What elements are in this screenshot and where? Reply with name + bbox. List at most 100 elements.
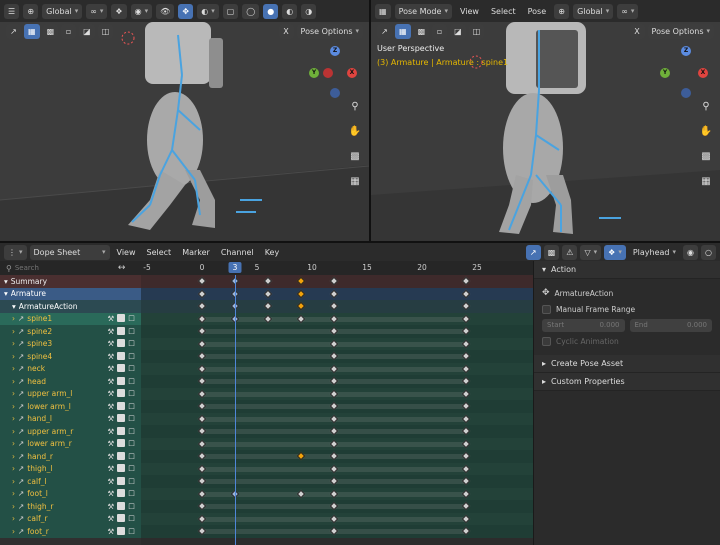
channel-group-row[interactable]: › ↗ hand_r ⚒ ☐ <box>0 450 141 463</box>
lock-icon[interactable]: ☐ <box>128 439 135 448</box>
x-mirror-label[interactable]: X <box>278 23 294 39</box>
select-subtract-icon[interactable]: ▫ <box>432 23 448 39</box>
navigation-gizmo-left[interactable]: Z Y X <box>309 46 361 98</box>
modifier-icon[interactable]: ⚒ <box>108 339 115 348</box>
modifier-icon[interactable]: ⚒ <box>108 527 115 536</box>
expand-icon[interactable]: › <box>12 489 15 498</box>
collapse-icon[interactable]: ▾ <box>4 277 8 286</box>
keyframe[interactable] <box>296 276 306 286</box>
modifier-icon[interactable]: ⚒ <box>108 489 115 498</box>
lock-icon[interactable]: ☐ <box>128 339 135 348</box>
orientation-dropdown[interactable]: Global <box>573 3 614 19</box>
mute-checkbox[interactable] <box>117 514 126 523</box>
modifier-icon[interactable]: ⚒ <box>108 352 115 361</box>
current-frame-indicator[interactable]: 3 <box>228 262 242 273</box>
keyframe-row[interactable] <box>141 312 533 325</box>
transform-orientation-icon[interactable]: ⊕ <box>23 3 39 19</box>
mute-checkbox[interactable] <box>117 326 126 335</box>
channel-group-row[interactable]: › ↗ lower arm_l ⚒ ☐ <box>0 400 141 413</box>
mode-dropdown[interactable]: Pose Mode <box>394 3 452 19</box>
gizmo-z-icon[interactable]: Z <box>681 46 691 56</box>
mute-checkbox[interactable] <box>117 476 126 485</box>
lock-icon[interactable]: ☐ <box>128 514 135 523</box>
mode-dropdown[interactable]: Dope Sheet <box>29 244 110 260</box>
expand-icon[interactable]: › <box>12 527 15 536</box>
keyframe-row[interactable] <box>141 500 533 513</box>
search-input[interactable] <box>14 262 115 274</box>
menu-channel[interactable]: Channel <box>217 248 258 257</box>
keyframe-row[interactable] <box>141 325 533 338</box>
channel-group-row[interactable]: › ↗ spine1 ⚒ ☐ <box>0 312 141 325</box>
menu-key[interactable]: Key <box>261 248 284 257</box>
expand-icon[interactable]: › <box>12 502 15 511</box>
lock-icon[interactable]: ☐ <box>128 364 135 373</box>
keyframe-row[interactable] <box>141 275 533 288</box>
expand-icon[interactable]: › <box>12 427 15 436</box>
cyclic-checkbox[interactable] <box>542 336 551 346</box>
gizmo-neg-z-icon[interactable] <box>330 88 340 98</box>
select-tool-icon[interactable]: ↗ <box>377 23 392 39</box>
select-box-icon[interactable]: ▦ <box>24 23 40 39</box>
expand-icon[interactable]: › <box>12 464 15 473</box>
modifier-icon[interactable]: ⚒ <box>108 464 115 473</box>
expand-icon[interactable]: › <box>12 327 15 336</box>
menu-select[interactable]: Select <box>143 248 176 257</box>
keyframe-row[interactable] <box>141 375 533 388</box>
expand-icon[interactable]: › <box>12 389 15 398</box>
mute-checkbox[interactable] <box>117 389 126 398</box>
lock-icon[interactable]: ☐ <box>128 527 135 536</box>
lock-icon[interactable]: ☐ <box>128 314 135 323</box>
keyframe-row[interactable] <box>141 512 533 525</box>
lock-icon[interactable]: ☐ <box>128 489 135 498</box>
custom-properties-header[interactable]: ▸ Custom Properties <box>534 373 720 391</box>
channel-group-row[interactable]: › ↗ neck ⚒ ☐ <box>0 362 141 375</box>
camera-icon[interactable]: ▩ <box>347 148 363 164</box>
gizmo-neg-x-icon[interactable] <box>323 68 333 78</box>
auto-key-icon[interactable]: ○ <box>701 244 716 260</box>
cyclic-row[interactable]: Cyclic Animation <box>542 333 712 349</box>
keyframe-row[interactable] <box>141 425 533 438</box>
channel-group-row[interactable]: › ↗ upper arm_l ⚒ ☐ <box>0 387 141 400</box>
select-invert-icon[interactable]: ◪ <box>450 23 466 39</box>
keyframe-row[interactable] <box>141 487 533 500</box>
mute-checkbox[interactable] <box>117 526 126 535</box>
collapse-icon[interactable]: ▾ <box>12 302 16 311</box>
menu-select[interactable]: Select <box>487 7 520 16</box>
keyframe[interactable] <box>296 301 306 311</box>
modifier-icon[interactable]: ⚒ <box>108 427 115 436</box>
channel-group-row[interactable]: › ↗ thigh_l ⚒ ☐ <box>0 462 141 475</box>
xray-icon[interactable]: ▢ <box>222 3 239 19</box>
collapse-icon[interactable]: ▾ <box>4 289 8 298</box>
mute-checkbox[interactable] <box>117 464 126 473</box>
snapping-icon[interactable]: ❖ <box>604 244 626 260</box>
expand-icon[interactable]: › <box>12 514 15 523</box>
keyframe-row[interactable] <box>141 337 533 350</box>
select-extend-icon[interactable]: ▩ <box>413 23 430 39</box>
channel-group-row[interactable]: › ↗ head ⚒ ☐ <box>0 375 141 388</box>
mute-checkbox[interactable] <box>117 339 126 348</box>
channel-group-row[interactable]: › ↗ upper arm_r ⚒ ☐ <box>0 425 141 438</box>
pan-hand-icon[interactable]: ✋ <box>698 123 714 139</box>
proportional-icon[interactable]: ◉ <box>130 3 153 19</box>
expand-icon[interactable]: › <box>12 439 15 448</box>
grid-icon[interactable]: ▦ <box>347 173 363 189</box>
channel-group-row[interactable]: › ↗ spine4 ⚒ ☐ <box>0 350 141 363</box>
keyframe-row[interactable] <box>141 450 533 463</box>
editor-type-icon[interactable]: ⋮ <box>4 244 27 260</box>
gizmo-neg-z-icon[interactable] <box>681 88 691 98</box>
modifier-icon[interactable]: ⚒ <box>108 314 115 323</box>
viewport-left[interactable]: ☰ ⊕ Global ∞ ❖ ◉ 👁 ✥ ◐ ▢ ◯ ● ◐ ◑ ↗ ▦ ▩ ▫… <box>0 0 369 241</box>
modifier-icon[interactable]: ⚒ <box>108 327 115 336</box>
mute-checkbox[interactable] <box>117 451 126 460</box>
gizmo-toggle-icon[interactable]: ✥ <box>178 3 194 19</box>
expand-icon[interactable]: › <box>12 377 15 386</box>
keyframe-row[interactable] <box>141 412 533 425</box>
proportional-icon[interactable]: ◉ <box>683 244 698 260</box>
keyframe-row[interactable] <box>141 475 533 488</box>
mute-checkbox[interactable] <box>117 489 126 498</box>
expand-icon[interactable]: › <box>12 339 15 348</box>
keyframe-row[interactable] <box>141 387 533 400</box>
keyframe[interactable] <box>461 301 471 311</box>
viewport-right[interactable]: ▦ Pose Mode View Select Pose ⊕ Global ∞ … <box>371 0 720 241</box>
editor-type-icon[interactable]: ▦ <box>375 3 391 19</box>
